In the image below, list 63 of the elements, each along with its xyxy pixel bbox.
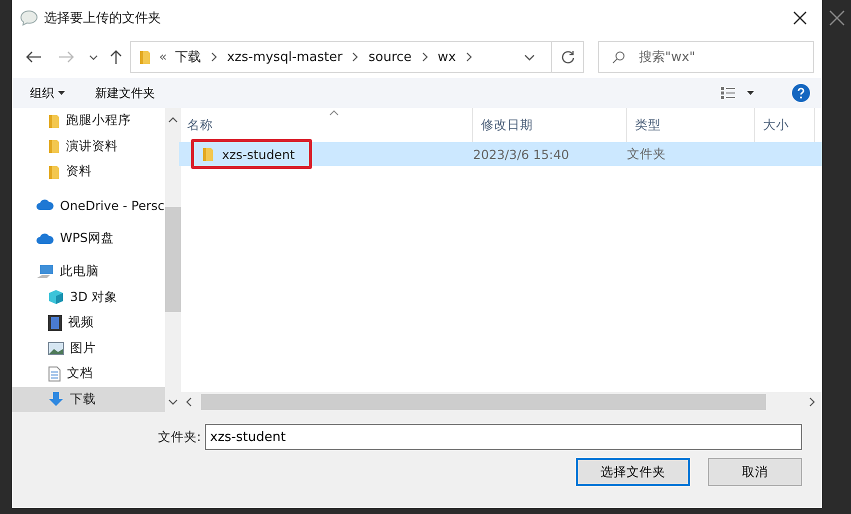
new-folder-button[interactable]: 新建文件夹 bbox=[95, 84, 155, 102]
sidebar-item[interactable]: 文档 bbox=[12, 361, 165, 387]
sidebar-item[interactable]: 3D 对象 bbox=[12, 284, 165, 310]
folder-label: 文件夹: bbox=[158, 428, 201, 446]
folder-icon bbox=[48, 112, 60, 129]
sidebar-item[interactable]: 跑腿小程序 bbox=[12, 108, 165, 134]
sidebar-item[interactable]: 视频 bbox=[12, 310, 165, 336]
folder-icon bbox=[139, 49, 151, 65]
cancel-button[interactable]: 取消 bbox=[708, 458, 802, 486]
table-cell-text: 2023/3/6 15:40 bbox=[472, 146, 570, 162]
breadcrumb[interactable]: source bbox=[368, 50, 412, 64]
breadcrumb[interactable]: « bbox=[159, 50, 167, 64]
chevron-up-icon bbox=[168, 115, 178, 125]
chevron-down-icon bbox=[168, 397, 178, 407]
folder-icon bbox=[202, 146, 214, 162]
chevron-left-icon bbox=[184, 397, 194, 407]
download-arrow-icon bbox=[48, 391, 64, 408]
chat-bubble-icon bbox=[20, 10, 38, 26]
file-name: xzs-student bbox=[222, 146, 295, 162]
breadcrumb[interactable]: xzs-mysql-master bbox=[226, 50, 342, 64]
sidebar-item[interactable]: OneDrive - Persc bbox=[12, 192, 165, 218]
breadcrumb[interactable]: wx bbox=[438, 50, 456, 64]
address-bar[interactable]: « 下载 xzs-mysql-master source wx bbox=[130, 41, 584, 73]
sidebar-item[interactable]: WPS网盘 bbox=[12, 226, 165, 252]
sidebar-item[interactable]: 资料 bbox=[12, 158, 165, 184]
chevron-down-icon bbox=[88, 52, 98, 62]
scrollbar-thumb[interactable] bbox=[201, 394, 766, 410]
arrow-right-icon bbox=[58, 51, 74, 63]
folder-icon bbox=[48, 138, 60, 154]
arrow-up-icon bbox=[110, 50, 122, 64]
help-icon bbox=[792, 84, 810, 102]
organize-menu-button[interactable]: 组织 bbox=[30, 84, 65, 102]
chevron-right-icon bbox=[807, 397, 817, 407]
scrollbar-thumb[interactable] bbox=[164, 207, 181, 312]
computer-icon bbox=[36, 264, 54, 280]
select-folder-button[interactable]: 选择文件夹 bbox=[576, 458, 690, 486]
arrow-left-icon bbox=[26, 51, 42, 63]
chevron-right-icon bbox=[350, 52, 360, 62]
file-row[interactable]: xzs-student 2023/3/6 15:40 文件夹 bbox=[179, 142, 822, 166]
list-view-icon bbox=[721, 87, 755, 99]
sidebar-item[interactable]: 演讲资料 bbox=[12, 133, 165, 159]
refresh-icon bbox=[560, 50, 574, 64]
sidebar-item[interactable]: 图片 bbox=[12, 336, 165, 362]
image-icon bbox=[48, 342, 64, 355]
sidebar-item[interactable]: 此电脑 bbox=[12, 259, 165, 285]
close-icon bbox=[793, 11, 807, 25]
folder-icon bbox=[48, 164, 60, 180]
table-cell-text: 文件夹 bbox=[626, 146, 667, 162]
film-icon bbox=[48, 314, 62, 331]
document-icon bbox=[48, 366, 61, 382]
close-icon bbox=[828, 10, 844, 26]
caret-icon bbox=[58, 91, 65, 95]
cloud-icon bbox=[36, 232, 54, 245]
folder-name-field[interactable]: xzs-student bbox=[205, 424, 802, 450]
cube-icon bbox=[48, 289, 64, 306]
chevron-right-icon bbox=[208, 52, 219, 62]
chevron-right-icon bbox=[464, 52, 474, 62]
sidebar-item[interactable]: 下载 bbox=[12, 386, 165, 412]
window-title: 选择要上传的文件夹 bbox=[44, 10, 162, 27]
chevron-right-icon bbox=[420, 52, 430, 62]
breadcrumb[interactable]: 下载 bbox=[174, 48, 201, 66]
search-field[interactable]: 搜索"wx" bbox=[598, 41, 814, 73]
cloud-icon bbox=[36, 199, 54, 212]
